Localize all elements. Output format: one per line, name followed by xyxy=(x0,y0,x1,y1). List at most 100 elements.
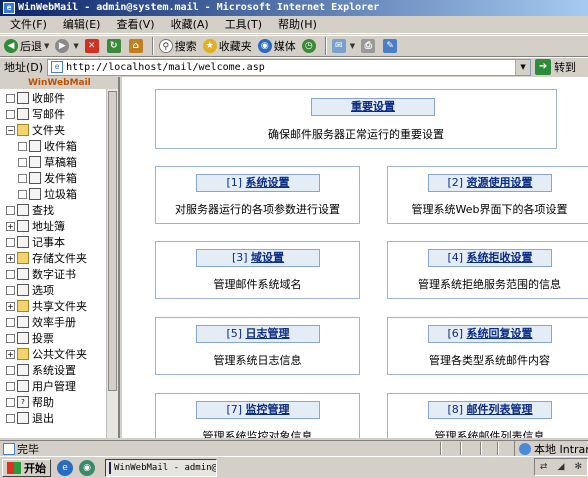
card-link[interactable]: 日志管理 xyxy=(246,327,290,340)
menu-file[interactable]: 文件(F) xyxy=(4,17,53,33)
notepad-icon xyxy=(17,236,29,248)
card-number: [4] xyxy=(447,251,464,264)
expand-toggle-icon[interactable]: + xyxy=(6,349,15,359)
sidebar-scrollbar[interactable] xyxy=(106,89,118,438)
tree-toggle xyxy=(18,173,27,183)
menu-favorites[interactable]: 收藏(A) xyxy=(165,17,215,33)
sidebar-item-help[interactable]: ? 帮助 xyxy=(0,394,118,410)
menu-view[interactable]: 查看(V) xyxy=(110,17,160,33)
sidebar-item-inbox-receive[interactable]: 收邮件 xyxy=(0,90,118,106)
mail-dropdown-icon[interactable]: ▼ xyxy=(350,42,355,50)
status-bar: 完毕 本地 Intranet xyxy=(0,440,588,456)
sidebar-item-folders[interactable]: − 文件夹 xyxy=(0,122,118,138)
sidebar-item-system-settings[interactable]: 系统设置 xyxy=(0,362,118,378)
card-system-settings: [1] 系统设置 对服务器运行的各项参数进行设置 xyxy=(155,166,360,224)
sidebar-item-logout[interactable]: 退出 xyxy=(0,410,118,426)
tray-app-icon[interactable]: ✻ xyxy=(572,461,584,473)
tree-toggle xyxy=(6,285,15,295)
card-button[interactable]: [2] 资源使用设置 xyxy=(428,174,552,192)
menu-tools[interactable]: 工具(T) xyxy=(219,17,268,33)
card-button[interactable]: [3] 域设置 xyxy=(196,249,320,267)
expand-toggle-icon[interactable]: + xyxy=(6,301,15,311)
sidebar-item-user-admin[interactable]: 用户管理 xyxy=(0,378,118,394)
go-arrow-icon[interactable]: ➔ xyxy=(535,59,552,75)
scrollbar-thumb[interactable] xyxy=(108,91,117,391)
windows-logo-icon xyxy=(7,461,21,474)
card-button[interactable]: [5] 日志管理 xyxy=(196,325,320,343)
card-link[interactable]: 系统回复设置 xyxy=(467,327,533,340)
card-button[interactable]: [8] 邮件列表管理 xyxy=(428,401,552,419)
back-label: 后退 xyxy=(20,40,42,53)
start-label: 开始 xyxy=(24,461,46,475)
ie-quicklaunch-icon[interactable]: e xyxy=(57,459,73,476)
history-button[interactable]: ◷ xyxy=(300,36,320,56)
forward-dropdown-icon[interactable]: ▼ xyxy=(73,42,78,50)
card-button[interactable]: [7] 监控管理 xyxy=(196,401,320,419)
important-settings-link[interactable]: 重要设置 xyxy=(351,100,395,113)
menu-edit[interactable]: 编辑(E) xyxy=(57,17,107,33)
print-button[interactable]: ⎙ xyxy=(359,36,379,56)
favorites-button[interactable]: ★ 收藏夹 xyxy=(201,36,254,56)
media-quicklaunch-icon[interactable]: ◉ xyxy=(79,459,95,476)
sidebar-item-notepad[interactable]: 记事本 xyxy=(0,234,118,250)
back-button[interactable]: ◀ 后退 ▼ xyxy=(2,36,51,56)
card-link[interactable]: 监控管理 xyxy=(246,403,290,416)
stop-button[interactable]: ✕ xyxy=(83,36,103,56)
media-icon: ◉ xyxy=(257,39,272,53)
address-input[interactable] xyxy=(66,61,507,73)
card-number: [6] xyxy=(447,327,464,340)
sidebar-item-label: 数字证书 xyxy=(32,268,76,281)
sidebar-item-label: 文件夹 xyxy=(32,124,65,137)
start-button[interactable]: 开始 xyxy=(2,458,51,477)
home-button[interactable]: ⌂ xyxy=(127,36,147,56)
sidebar-item-sent[interactable]: 发件箱 xyxy=(0,170,118,186)
sidebar-item-drafts[interactable]: 草稿箱 xyxy=(0,154,118,170)
tree-toggle xyxy=(6,237,15,247)
volume-icon[interactable]: ◢ xyxy=(555,461,567,473)
sidebar-item-label: 公共文件夹 xyxy=(32,348,87,361)
sidebar-item-label: 退出 xyxy=(32,412,54,425)
sidebar-item-public-folders[interactable]: + 公共文件夹 xyxy=(0,346,118,362)
sidebar-item-label: 帮助 xyxy=(32,396,54,409)
address-dropdown-icon[interactable]: ▼ xyxy=(515,59,531,75)
card-link[interactable]: 邮件列表管理 xyxy=(467,403,533,416)
card-link[interactable]: 资源使用设置 xyxy=(467,176,533,189)
card-link[interactable]: 系统设置 xyxy=(246,176,290,189)
sidebar-item-shared-folders[interactable]: + 共享文件夹 xyxy=(0,298,118,314)
sidebar-item-planner[interactable]: 效率手册 xyxy=(0,314,118,330)
card-number: [1] xyxy=(226,176,243,189)
sidebar-item-inbox[interactable]: 收件箱 xyxy=(0,138,118,154)
mail-button[interactable]: ✉ ▼ xyxy=(330,36,357,56)
card-link[interactable]: 域设置 xyxy=(251,251,284,264)
sidebar-item-vote[interactable]: 投票 xyxy=(0,330,118,346)
tree-toggle xyxy=(18,141,27,151)
sidebar-item-storage-folders[interactable]: + 存储文件夹 xyxy=(0,250,118,266)
sidebar-item-compose[interactable]: 写邮件 xyxy=(0,106,118,122)
card-button[interactable]: [6] 系统回复设置 xyxy=(428,325,552,343)
search-button[interactable]: ⚲ 搜索 xyxy=(157,36,199,56)
expand-toggle-icon[interactable]: + xyxy=(6,221,15,231)
taskbar-item-browser[interactable]: WinWebMail - admin@... xyxy=(105,458,217,477)
card-button[interactable]: [4] 系统拒收设置 xyxy=(428,249,552,267)
refresh-button[interactable]: ↻ xyxy=(105,36,125,56)
media-button[interactable]: ◉ 媒体 xyxy=(256,36,298,56)
card-button[interactable]: [1] 系统设置 xyxy=(196,174,320,192)
sidebar-item-trash[interactable]: 垃圾箱 xyxy=(0,186,118,202)
collapse-toggle-icon[interactable]: − xyxy=(6,125,15,135)
network-icon[interactable]: ⇄ xyxy=(538,461,550,473)
sidebar-item-addressbook[interactable]: + 地址簿 xyxy=(0,218,118,234)
important-settings-button[interactable]: 重要设置 xyxy=(311,98,435,116)
forward-button[interactable]: ▶ ▼ xyxy=(53,36,80,56)
sidebar-item-certificates[interactable]: 数字证书 xyxy=(0,266,118,282)
menu-help[interactable]: 帮助(H) xyxy=(272,17,323,33)
edit-button[interactable]: ✎ xyxy=(381,36,401,56)
sidebar-item-search[interactable]: 查找 xyxy=(0,202,118,218)
tree-toggle xyxy=(18,189,27,199)
go-button[interactable]: 转到 xyxy=(554,59,576,75)
back-dropdown-icon[interactable]: ▼ xyxy=(44,42,49,50)
card-description: 管理系统Web界面下的各项设置 xyxy=(411,203,568,216)
sidebar-item-label: 写邮件 xyxy=(32,108,65,121)
sidebar-item-options[interactable]: 选项 xyxy=(0,282,118,298)
card-link[interactable]: 系统拒收设置 xyxy=(467,251,533,264)
expand-toggle-icon[interactable]: + xyxy=(6,253,15,263)
